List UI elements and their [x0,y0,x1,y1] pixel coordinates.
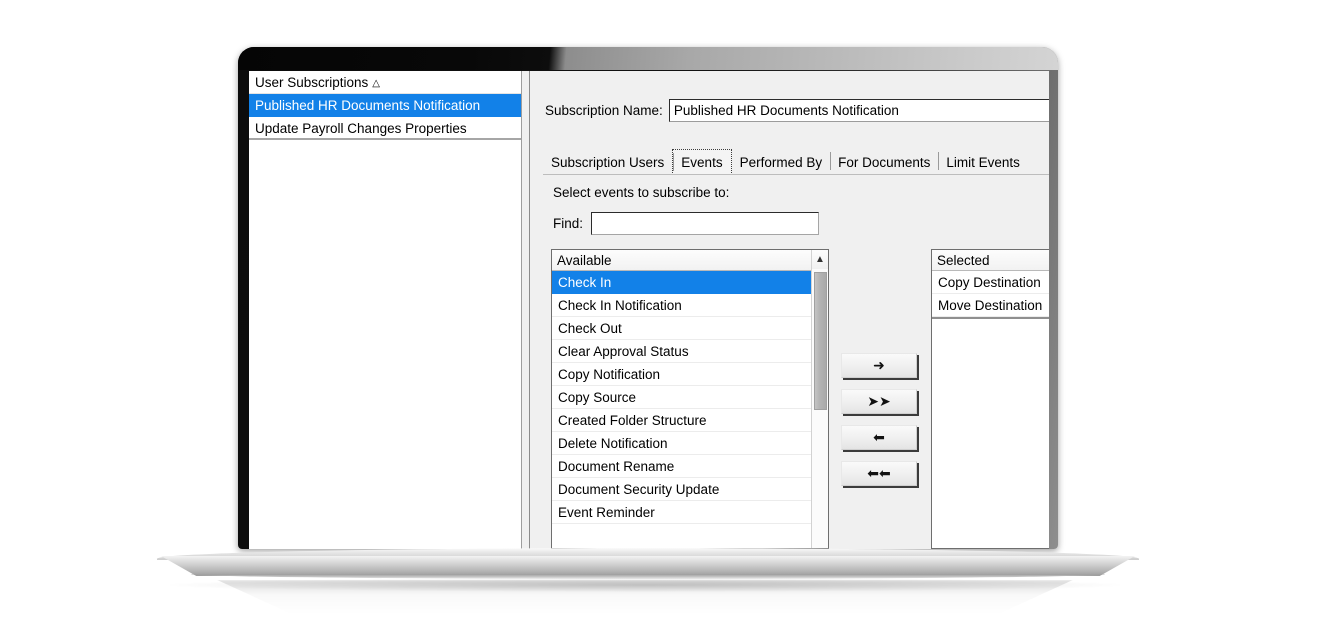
list-item-label: Check Out [558,321,622,336]
tab-limit-events[interactable]: Limit Events [938,149,1028,175]
available-list-header: Available [552,250,828,271]
list-item-label: Created Folder Structure [558,413,707,428]
tree-item-label: Update Payroll Changes Properties [255,121,467,136]
tab-label: Events [681,154,723,170]
list-item-label: Check In Notification [558,298,682,313]
list-item-label: Delete Notification [558,436,668,451]
tree-item-label: Published HR Documents Notification [255,98,481,113]
find-row: Find: [553,212,820,235]
list-item[interactable]: Created Folder Structure [552,409,828,432]
list-item-label: Document Security Update [558,482,720,497]
list-item[interactable]: Copy Notification [552,363,828,386]
bezel-top-strip [238,47,1058,70]
available-list-scrollbar[interactable]: ▲ [811,250,828,548]
tab-label: Performed By [739,154,823,170]
events-tab-panel: Select events to subscribe to: Find: Ava… [543,175,1049,549]
selected-events-listbox[interactable]: Selected Copy Destination Move Destinati… [931,249,1049,549]
remove-all-button[interactable]: ⬅⬅ [841,461,917,486]
list-item-label: Copy Destination [938,275,1041,290]
list-item[interactable]: Copy Destination [932,271,1049,294]
laptop-mockup: User Subscriptions △ Published HR Documen… [0,0,1323,631]
available-events-listbox[interactable]: Available Check In Check In Notification… [551,249,829,549]
list-item[interactable]: Clear Approval Status [552,340,828,363]
find-label: Find: [553,216,584,231]
application-window: User Subscriptions △ Published HR Documen… [249,71,1049,549]
selected-list-items[interactable]: Copy Destination Move Destination [932,271,1049,319]
list-item[interactable]: Delete Notification [552,432,828,455]
events-hint-text: Select events to subscribe to: [553,185,730,200]
tree-item-update-payroll-changes-properties[interactable]: Update Payroll Changes Properties [249,117,521,140]
double-arrow-left-icon: ⬅⬅ [867,465,891,482]
arrow-right-icon: ➜ [873,357,885,374]
tab-events[interactable]: Events [672,149,732,175]
tab-for-documents[interactable]: For Documents [830,149,938,175]
list-item[interactable]: Check Out [552,317,828,340]
list-item[interactable]: Document Rename [552,455,828,478]
tree-item-label: User Subscriptions [255,75,369,90]
subscription-detail-pane: Subscription Name: Subscription Users Ev… [531,71,1049,549]
list-item[interactable]: Event Reminder [552,501,828,524]
pane-splitter[interactable] [522,71,530,549]
laptop-base-body [160,556,1136,576]
subscription-name-input[interactable] [668,99,1049,122]
add-all-button[interactable]: ➤➤ [841,389,917,414]
list-item-label: Document Rename [558,459,675,474]
list-item[interactable]: Move Destination [932,294,1049,317]
selected-list-header: Selected [932,250,1049,271]
detail-tab-strip[interactable]: Subscription Users Events Performed By F… [543,149,1049,175]
find-input[interactable] [591,212,820,235]
list-item-label: Copy Notification [558,367,661,382]
tab-subscription-users[interactable]: Subscription Users [543,149,672,175]
laptop-screen: User Subscriptions △ Published HR Documen… [249,71,1049,549]
laptop-base [157,548,1139,582]
list-item-label: Copy Source [558,390,637,405]
subscriptions-tree-pane: User Subscriptions △ Published HR Documen… [249,71,522,549]
laptop-reflection [217,580,1073,614]
list-item-label: Clear Approval Status [558,344,689,359]
tab-label: Limit Events [946,154,1020,170]
add-button[interactable]: ➜ [841,353,917,378]
list-item[interactable]: Copy Source [552,386,828,409]
scrollbar-thumb[interactable] [814,272,827,410]
list-item[interactable]: Document Security Update [552,478,828,501]
subscription-name-row: Subscription Name: [545,99,1049,122]
tab-label: For Documents [838,154,931,170]
tree-item-published-hr-documents-notification[interactable]: Published HR Documents Notification [249,94,521,117]
tree-item-user-subscriptions[interactable]: User Subscriptions △ [249,71,521,94]
scroll-up-arrow-icon[interactable]: ▲ [812,250,828,269]
subscriptions-tree[interactable]: User Subscriptions △ Published HR Documen… [249,71,521,140]
list-item-label: Move Destination [938,298,1043,313]
subscription-name-label: Subscription Name: [545,103,663,118]
available-list-items[interactable]: Check In Check In Notification Check Out… [552,271,828,524]
list-item[interactable]: Check In [552,271,828,294]
tab-label: Subscription Users [551,154,665,170]
list-item-label: Event Reminder [558,505,655,520]
tab-performed-by[interactable]: Performed By [732,149,831,175]
arrow-left-icon: ⬅ [873,429,885,446]
collapse-triangle-icon[interactable]: △ [372,78,380,89]
list-item[interactable]: Check In Notification [552,294,828,317]
list-item-label: Check In [558,275,612,290]
double-arrow-right-icon: ➤➤ [867,393,891,410]
laptop-screen-bezel: User Subscriptions △ Published HR Documen… [238,47,1058,549]
remove-button[interactable]: ⬅ [841,425,917,450]
transfer-button-group: ➜ ➤➤ ⬅ ⬅⬅ [841,353,919,497]
